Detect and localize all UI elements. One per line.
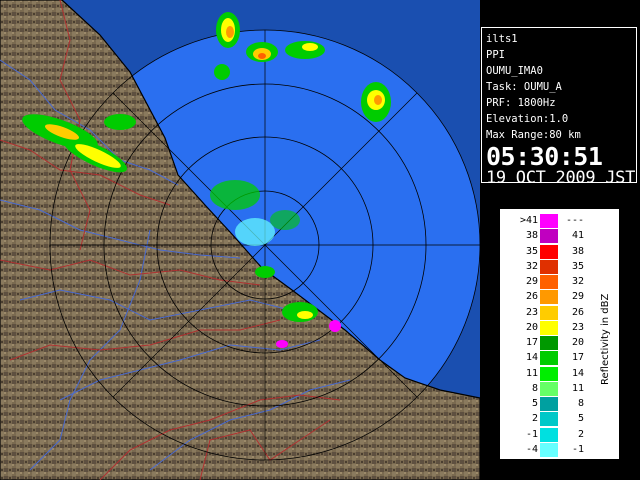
legend-color-swatch <box>540 366 558 381</box>
legend-high-value: 2 <box>577 428 584 440</box>
legend-low-value: 23 <box>525 306 538 318</box>
legend-low-value: 8 <box>531 382 538 394</box>
legend-color-swatch <box>540 259 558 274</box>
legend-low-value: 17 <box>525 337 538 348</box>
legend-low-value: 26 <box>525 291 538 303</box>
legend-color-swatch <box>540 320 558 335</box>
legend-high-value: 38 <box>571 245 584 257</box>
legend-high-value: --- <box>565 215 584 226</box>
legend-low-value: 38 <box>525 230 538 242</box>
scan-time: 05:30:51 <box>486 142 603 171</box>
legend-color-swatch <box>540 427 558 442</box>
scan-date: 19 OCT 2009 JST <box>486 168 636 188</box>
legend-row: >41 --- <box>500 213 621 229</box>
legend-color-swatch <box>540 305 558 320</box>
legend-color-swatch <box>540 442 558 457</box>
legend-color-swatch <box>540 351 558 366</box>
legend-low-value: 5 <box>531 398 538 409</box>
legend-low-value: 2 <box>531 413 538 425</box>
prf-value: PRF: 1800Hz <box>486 97 556 109</box>
info-panel: ilts1 PPI OUMU_IMA0 Task: OUMU_A PRF: 18… <box>481 27 637 187</box>
legend-title: Reflectivity in dBZ <box>600 293 611 385</box>
legend-high-value: 29 <box>571 291 584 303</box>
legend-high-value: 11 <box>571 382 584 394</box>
radar-map <box>0 0 480 480</box>
station-name: ilts1 <box>486 33 518 45</box>
legend-low-value: 20 <box>525 321 538 333</box>
legend-high-value: 17 <box>571 352 584 364</box>
legend-color-swatch <box>540 290 558 305</box>
legend-low-value: 11 <box>525 367 538 379</box>
echo-northeast <box>361 82 391 122</box>
legend-color-swatch <box>540 244 558 259</box>
legend-color-swatch <box>540 412 558 427</box>
max-range-value: Max Range:80 km <box>486 129 581 141</box>
legend-high-value: 35 <box>571 260 584 272</box>
legend-low-value: 32 <box>525 260 538 272</box>
legend-low-value: -4 <box>525 443 538 455</box>
reflectivity-legend: >41 --- 38 41 35 38 32 35 29 32 26 29 23 26 20 23 17 20 14… <box>499 208 620 460</box>
legend-color-swatch <box>540 214 558 228</box>
legend-color-swatch <box>540 397 558 411</box>
elevation-value: Elevation:1.0 <box>486 113 569 125</box>
scan-type: PPI <box>486 49 505 61</box>
legend-low-value: -1 <box>525 428 538 440</box>
legend-high-value: 8 <box>577 398 584 409</box>
legend-low-value: 29 <box>525 276 538 287</box>
task-name: Task: OUMU_A <box>486 81 562 93</box>
site-id: OUMU_IMA0 <box>486 65 543 77</box>
legend-color-swatch <box>540 229 558 244</box>
legend-color-swatch <box>540 275 558 289</box>
legend-low-value: 35 <box>525 245 538 257</box>
legend-high-value: 26 <box>571 306 584 318</box>
legend-high-value: 5 <box>577 413 584 425</box>
legend-high-value: 14 <box>571 367 584 379</box>
legend-color-swatch <box>540 381 558 396</box>
legend-low-value: 14 <box>525 352 538 364</box>
legend-high-value: 20 <box>571 337 584 348</box>
legend-low-value: >41 <box>519 215 538 226</box>
legend-high-value: 41 <box>571 230 584 242</box>
legend-color-swatch <box>540 336 558 350</box>
legend-high-value: -1 <box>571 443 584 455</box>
legend-high-value: 32 <box>571 276 584 287</box>
legend-high-value: 23 <box>571 321 584 333</box>
